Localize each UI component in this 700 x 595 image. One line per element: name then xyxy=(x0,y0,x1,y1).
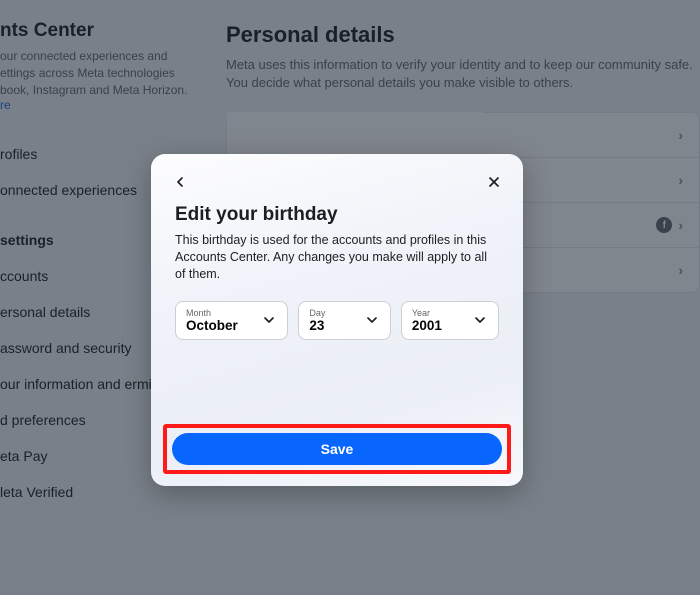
modal-description: This birthday is used for the accounts a… xyxy=(175,232,499,283)
day-value: 23 xyxy=(309,318,325,333)
year-select[interactable]: Year 2001 xyxy=(401,301,499,340)
close-icon xyxy=(486,174,502,190)
year-label: Year xyxy=(412,308,442,318)
chevron-down-icon xyxy=(472,312,488,328)
chevron-down-icon xyxy=(364,312,380,328)
edit-birthday-modal: Edit your birthday This birthday is used… xyxy=(151,154,523,486)
day-select[interactable]: Day 23 xyxy=(298,301,390,340)
close-button[interactable] xyxy=(483,171,505,193)
year-value: 2001 xyxy=(412,318,442,333)
save-button[interactable]: Save xyxy=(172,433,502,465)
back-button[interactable] xyxy=(169,171,191,193)
month-value: October xyxy=(186,318,238,333)
modal-title: Edit your birthday xyxy=(175,204,499,226)
month-label: Month xyxy=(186,308,238,318)
month-select[interactable]: Month October xyxy=(175,301,288,340)
highlight-annotation: Save xyxy=(163,424,511,474)
chevron-left-icon xyxy=(172,174,188,190)
chevron-down-icon xyxy=(261,312,277,328)
day-label: Day xyxy=(309,308,325,318)
